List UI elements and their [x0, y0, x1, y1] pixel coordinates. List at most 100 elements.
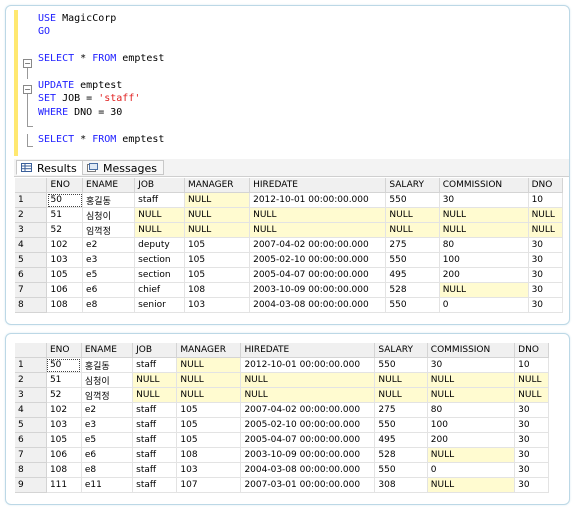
table-cell[interactable]: section: [134, 267, 185, 283]
code-line[interactable]: SET JOB = 'staff': [38, 92, 140, 105]
row-number[interactable]: 7: [15, 447, 47, 463]
table-cell[interactable]: 550: [385, 252, 440, 268]
table-cell[interactable]: NULL: [514, 387, 549, 403]
table-cell[interactable]: 105: [46, 432, 82, 448]
table-cell[interactable]: 550: [385, 192, 440, 208]
table-row[interactable]: 1 50 홍길동 staff NULL 2012-10-01 00:00:00.000 55…: [15, 357, 549, 373]
table-cell[interactable]: staff: [132, 417, 178, 433]
table-cell[interactable]: 275: [385, 237, 440, 253]
table-cell[interactable]: 275: [374, 402, 428, 418]
table-cell[interactable]: 550: [374, 357, 428, 373]
table-cell[interactable]: 51: [46, 207, 84, 223]
table-cell[interactable]: NULL: [249, 222, 387, 238]
table-row[interactable]: 1 50 홍길동 staff NULL 2012-10-01 00:00:00.000 55…: [15, 192, 564, 208]
table-row[interactable]: 3 52 임꺽정 NULL NULL NULL NULL NULL NULL: [15, 222, 564, 238]
table-cell[interactable]: 2007-04-02 00:00:00.000: [249, 237, 387, 253]
fold-toggle-icon[interactable]: −: [23, 59, 32, 68]
table-cell[interactable]: 495: [385, 267, 440, 283]
table-cell[interactable]: 30: [514, 417, 549, 433]
table-row[interactable]: 2 51 심청이 NULL NULL NULL NULL NULL NULL: [15, 207, 564, 223]
table-cell[interactable]: NULL: [176, 357, 242, 373]
table-cell[interactable]: 30: [514, 447, 549, 463]
table-cell[interactable]: NULL: [240, 372, 376, 388]
table-cell[interactable]: 105: [184, 252, 251, 268]
table-cell[interactable]: 심청이: [81, 372, 134, 388]
table-cell[interactable]: NULL: [132, 372, 178, 388]
code-line[interactable]: UPDATE emptest: [38, 79, 122, 92]
table-cell[interactable]: NULL: [385, 207, 440, 223]
table-cell[interactable]: 100: [439, 252, 529, 268]
table-cell[interactable]: 30: [528, 252, 564, 268]
table-cell[interactable]: staff: [134, 192, 185, 208]
table-cell[interactable]: NULL: [240, 387, 376, 403]
column-header[interactable]: [15, 178, 48, 193]
tab-results[interactable]: Results: [16, 160, 84, 175]
table-cell[interactable]: 102: [46, 402, 82, 418]
table-cell[interactable]: 100: [427, 417, 516, 433]
table-cell[interactable]: staff: [132, 402, 178, 418]
column-header[interactable]: ENAME: [81, 343, 134, 358]
table-cell[interactable]: e8: [82, 297, 136, 313]
results-grid-before[interactable]: ENO ENAME JOB MANAGER HIREDATE SALARY COMMISSI…: [15, 178, 564, 313]
table-cell[interactable]: 495: [374, 432, 428, 448]
column-header[interactable]: JOB: [132, 343, 178, 358]
table-cell[interactable]: NULL: [134, 222, 185, 238]
table-cell[interactable]: staff: [132, 357, 178, 373]
table-cell[interactable]: 2004-03-08 00:00:00.000: [240, 462, 376, 478]
table-cell[interactable]: 103: [46, 417, 82, 433]
table-cell[interactable]: staff: [132, 462, 178, 478]
table-cell[interactable]: 심청이: [82, 207, 136, 223]
table-cell[interactable]: 108: [184, 282, 251, 298]
table-cell[interactable]: NULL: [427, 372, 516, 388]
table-cell[interactable]: NULL: [514, 372, 549, 388]
table-row[interactable]: 8 108 e8 senior 103 2004-03-08 00:00:00.000 55…: [15, 297, 564, 313]
table-cell[interactable]: 0: [427, 462, 516, 478]
table-cell[interactable]: 102: [46, 237, 84, 253]
table-cell[interactable]: e3: [81, 417, 134, 433]
row-number[interactable]: 2: [15, 207, 48, 223]
table-cell[interactable]: NULL: [439, 282, 529, 298]
table-cell[interactable]: 10: [514, 357, 549, 373]
table-cell[interactable]: e2: [81, 402, 134, 418]
table-cell[interactable]: staff: [132, 477, 178, 493]
table-cell[interactable]: NULL: [439, 207, 529, 223]
table-cell[interactable]: NULL: [176, 387, 242, 403]
table-cell[interactable]: NULL: [528, 207, 564, 223]
table-cell[interactable]: NULL: [184, 207, 251, 223]
column-header[interactable]: [15, 343, 47, 358]
code-line[interactable]: GO: [38, 25, 50, 38]
table-cell[interactable]: NULL: [385, 222, 440, 238]
table-cell[interactable]: 52: [46, 222, 84, 238]
table-cell[interactable]: 200: [439, 267, 529, 283]
table-cell[interactable]: NULL: [427, 447, 516, 463]
table-cell[interactable]: 108: [46, 297, 84, 313]
table-cell[interactable]: 80: [439, 237, 529, 253]
table-cell[interactable]: 2007-03-01 00:00:00.000: [240, 477, 376, 493]
table-cell[interactable]: 528: [374, 447, 428, 463]
table-cell[interactable]: NULL: [184, 192, 251, 208]
table-cell[interactable]: 2005-04-07 00:00:00.000: [249, 267, 387, 283]
row-number[interactable]: 6: [15, 267, 48, 283]
column-header[interactable]: DNO: [528, 178, 564, 193]
table-cell[interactable]: 105: [176, 417, 242, 433]
table-cell[interactable]: 10: [528, 192, 564, 208]
table-cell[interactable]: e11: [81, 477, 134, 493]
table-cell[interactable]: NULL: [134, 207, 185, 223]
row-number[interactable]: 7: [15, 282, 48, 298]
table-cell[interactable]: 550: [385, 297, 440, 313]
fold-toggle-icon[interactable]: −: [23, 85, 32, 94]
column-header[interactable]: MANAGER: [176, 343, 242, 358]
sql-editor[interactable]: − − USE MagicCorp GO SELECT * FROM emptest…: [14, 10, 559, 158]
table-cell[interactable]: 51: [46, 372, 82, 388]
table-cell[interactable]: staff: [132, 432, 178, 448]
table-cell[interactable]: 550: [374, 417, 428, 433]
table-cell[interactable]: senior: [134, 297, 185, 313]
table-cell[interactable]: 2004-03-08 00:00:00.000: [249, 297, 387, 313]
table-cell[interactable]: e2: [82, 237, 136, 253]
table-row[interactable]: 5 103 e3 section 105 2005-02-10 00:00:00.000 5…: [15, 252, 564, 268]
table-cell[interactable]: 103: [184, 297, 251, 313]
table-cell[interactable]: 105: [46, 267, 84, 283]
table-cell[interactable]: e3: [82, 252, 136, 268]
results-grid-after[interactable]: ENO ENAME JOB MANAGER HIREDATE SALARY COMMISSI…: [15, 343, 549, 493]
code-line[interactable]: SELECT * FROM emptest: [38, 133, 164, 146]
